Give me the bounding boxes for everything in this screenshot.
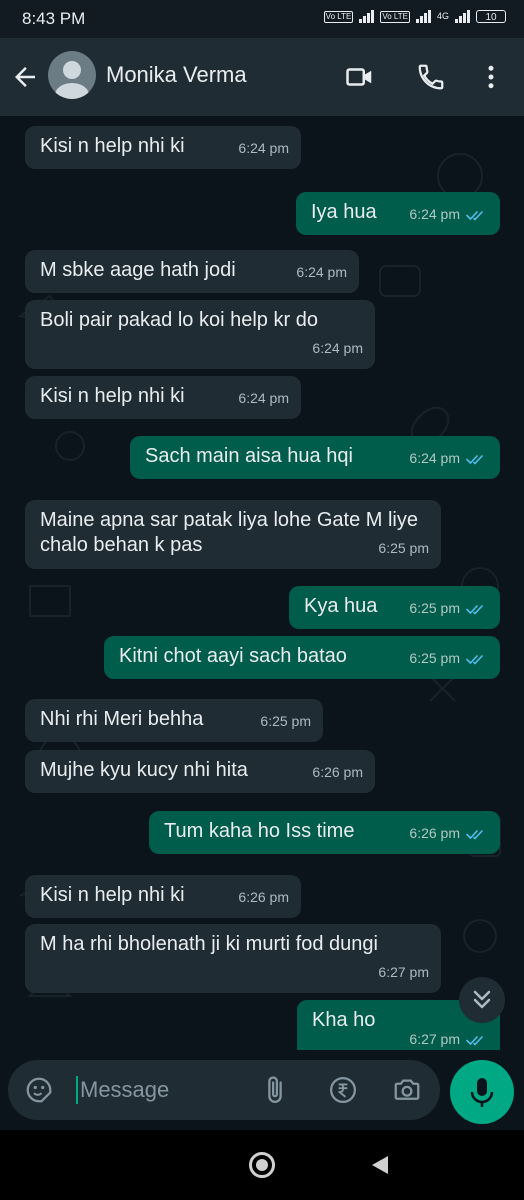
video-call-icon[interactable] <box>345 62 375 92</box>
arrow-left-icon[interactable] <box>10 62 40 92</box>
status-icons: Vo LTE Vo LTE 4G 10 <box>323 10 506 23</box>
message-meta: 6:24 pm <box>238 386 289 411</box>
scroll-to-bottom-button[interactable] <box>459 977 505 1023</box>
message-time: 6:27 pm <box>409 1031 460 1047</box>
message-time: 6:24 pm <box>238 390 289 406</box>
incoming-message-bubble[interactable]: Kisi n help nhi ki 6:24 pm <box>25 376 301 419</box>
phone-icon[interactable] <box>416 62 446 92</box>
message-time: 6:27 pm <box>378 964 429 980</box>
incoming-message-bubble[interactable]: M sbke aage hath jodi 6:24 pm <box>25 250 359 293</box>
incoming-message-bubble[interactable]: Mujhe kyu kucy nhi hita 6:26 pm <box>25 750 375 793</box>
read-receipt-icon <box>466 604 483 614</box>
rupee-icon[interactable] <box>328 1075 358 1105</box>
outgoing-message-bubble[interactable]: Iya hua 6:24 pm <box>296 192 500 235</box>
text-cursor <box>76 1076 78 1104</box>
read-receipt-icon <box>466 454 483 464</box>
message-meta: 6:27 pm <box>378 960 429 985</box>
message-meta: 6:26 pm <box>238 885 289 910</box>
camera-icon[interactable] <box>392 1075 422 1105</box>
message-text: Boli pair pakad lo koi help kr do <box>40 309 318 331</box>
message-time: 6:25 pm <box>260 713 311 729</box>
read-receipt-icon <box>466 829 483 839</box>
message-list[interactable]: Kisi n help nhi ki 6:24 pm Iya hua 6:24 pm M… <box>0 116 524 1050</box>
microphone-icon <box>470 1078 494 1107</box>
home-icon[interactable] <box>248 1151 276 1179</box>
mic-button[interactable] <box>450 1060 514 1124</box>
avatar[interactable] <box>48 51 96 99</box>
message-input[interactable]: Message <box>80 1077 169 1103</box>
message-meta: 6:24 pm <box>409 202 488 227</box>
message-meta: 6:24 pm <box>409 446 488 471</box>
contact-name[interactable]: Monika Verma <box>106 62 247 88</box>
system-nav-bar <box>0 1130 524 1200</box>
incoming-message-bubble[interactable]: Boli pair pakad lo koi help kr do 6:24 pm <box>25 300 375 369</box>
message-meta: 6:25 pm <box>378 536 429 561</box>
status-time: 8:43 PM <box>22 9 86 28</box>
message-time: 6:25 pm <box>409 600 460 616</box>
message-text: Maine apna sar patak liya lohe Gate M li… <box>40 509 418 556</box>
incoming-message-bubble[interactable]: Kisi n help nhi ki 6:26 pm <box>25 875 301 918</box>
message-time: 6:24 pm <box>409 206 460 222</box>
volte-badge: Vo LTE <box>380 10 410 23</box>
signal-icon <box>359 10 375 23</box>
outgoing-message-bubble[interactable]: Sach main aisa hua hqi 6:24 pm <box>130 436 500 479</box>
message-time: 6:24 pm <box>312 340 363 356</box>
message-meta: 6:26 pm <box>312 760 363 785</box>
signal-icon <box>415 10 431 23</box>
incoming-message-bubble[interactable]: Nhi rhi Meri behha 6:25 pm <box>25 699 323 742</box>
paperclip-icon[interactable] <box>260 1075 290 1105</box>
composer-bar: Message <box>0 1050 524 1130</box>
sticker-icon[interactable] <box>24 1075 54 1105</box>
message-meta: 6:24 pm <box>296 260 347 285</box>
message-meta: 6:24 pm <box>312 336 363 361</box>
message-text: M ha rhi bholenath ji ki murti fod dungi <box>40 933 378 955</box>
read-receipt-icon <box>466 654 483 664</box>
message-meta: 6:25 pm <box>260 709 311 734</box>
default-avatar-icon <box>55 61 89 99</box>
read-receipt-icon <box>466 1035 483 1045</box>
network-type: 4G <box>436 11 449 21</box>
battery-icon: 10 <box>476 10 506 23</box>
read-receipt-icon <box>466 210 483 220</box>
incoming-message-bubble[interactable]: M ha rhi bholenath ji ki murti fod dungi… <box>25 924 441 993</box>
message-time: 6:26 pm <box>409 825 460 841</box>
message-time: 6:25 pm <box>409 650 460 666</box>
outgoing-message-bubble[interactable]: Kya hua 6:25 pm <box>289 586 500 629</box>
message-meta: 6:24 pm <box>238 136 289 161</box>
incoming-message-bubble[interactable]: Kisi n help nhi ki 6:24 pm <box>25 126 301 169</box>
message-meta: 6:25 pm <box>409 596 488 621</box>
more-vert-icon[interactable] <box>476 62 506 92</box>
status-bar: 8:43 PM Vo LTE Vo LTE 4G 10 <box>0 0 524 38</box>
outgoing-message-bubble[interactable]: Tum kaha ho Iss time 6:26 pm <box>149 811 500 854</box>
volte-badge: Vo LTE <box>323 10 354 23</box>
message-time: 6:26 pm <box>238 889 289 905</box>
incoming-message-bubble[interactable]: Maine apna sar patak liya lohe Gate M li… <box>25 500 441 569</box>
back-nav-icon[interactable] <box>368 1153 392 1177</box>
message-time: 6:24 pm <box>238 140 289 156</box>
outgoing-message-bubble[interactable]: Kitni chot aayi sach batao 6:25 pm <box>104 636 500 679</box>
message-time: 6:25 pm <box>378 540 429 556</box>
message-meta: 6:25 pm <box>409 646 488 671</box>
message-time: 6:24 pm <box>296 264 347 280</box>
double-chevron-down-icon <box>473 990 491 1009</box>
message-time: 6:24 pm <box>409 450 460 466</box>
message-meta: 6:27 pm <box>409 1027 488 1050</box>
message-field[interactable]: Message <box>8 1060 440 1120</box>
message-meta: 6:26 pm <box>409 821 488 846</box>
signal-icon <box>455 10 470 23</box>
message-time: 6:26 pm <box>312 764 363 780</box>
chat-header: Monika Verma <box>0 38 524 116</box>
